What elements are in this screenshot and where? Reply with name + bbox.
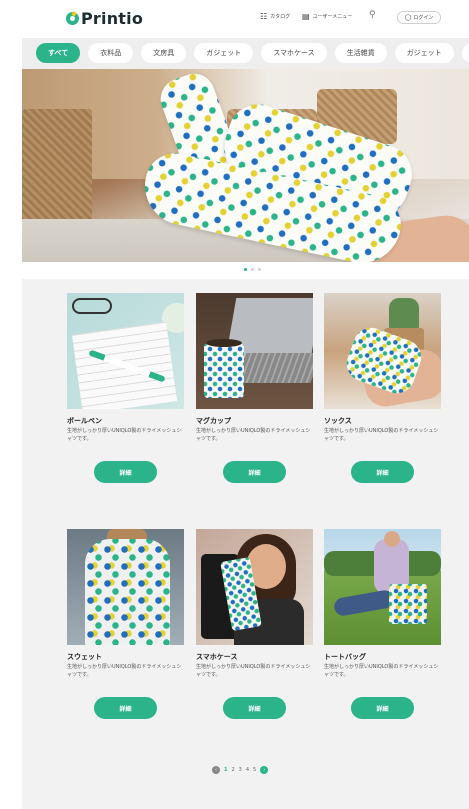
thumb-head [384, 531, 400, 547]
thumb-sweatshirt [85, 539, 170, 645]
category-all[interactable]: すべて [36, 43, 81, 63]
nav-catalog-label: カタログ [270, 14, 291, 20]
thumb-mug [204, 343, 244, 398]
product-card-mug: マグカップ 生地がしっかり厚いUNIQLO製のドライメッシュシャツです。 詳細 [196, 293, 313, 485]
nav-catalog[interactable]: ☷ カタログ [260, 12, 290, 21]
product-name[interactable]: ボールペン [67, 416, 184, 426]
product-card-tote-bag: トートバッグ 生地がしっかり厚いUNIQLO製のドライメッシュシャツです。 詳細 [324, 529, 441, 721]
category-list: すべて 衣料品 文房具 ガジェット スマホケース 生活雑貨 ガジェット ガジ [36, 43, 469, 63]
thumb-coffee [206, 339, 242, 347]
category-household[interactable]: 生活雑貨 [334, 43, 387, 63]
detail-button[interactable]: 詳細 [349, 697, 414, 721]
product-description: 生地がしっかり厚いUNIQLO製のドライメッシュシャツです。 [67, 664, 182, 678]
product-name[interactable]: スウェット [67, 652, 184, 662]
thumb-legs [332, 588, 396, 618]
page-2[interactable]: 2 [231, 767, 234, 773]
product-grid: ボールペン 生地がしっかり厚いUNIQLO製のドライメッシュシャツです。 詳細 … [22, 279, 469, 809]
thumb-keyboard [235, 353, 313, 383]
category-bar: すべて 衣料品 文房具 ガジェット スマホケース 生活雑貨 ガジェット ガジ [22, 38, 469, 69]
detail-button[interactable]: 詳細 [92, 461, 157, 485]
product-image-ballpen[interactable] [67, 293, 184, 409]
detail-button[interactable]: 詳細 [221, 461, 286, 485]
logo-mark-icon [66, 12, 79, 25]
product-name[interactable]: トートバッグ [324, 652, 441, 662]
logo[interactable]: Printio [66, 9, 143, 28]
category-stationery[interactable]: 文房具 [141, 43, 187, 63]
product-description: 生地がしっかり厚いUNIQLO製のドライメッシュシャツです。 [67, 428, 182, 442]
product-name[interactable]: スマホケース [196, 652, 313, 662]
product-card-sweatshirt: スウェット 生地がしっかり厚いUNIQLO製のドライメッシュシャツです。 詳細 [67, 529, 184, 721]
carousel-dot[interactable] [244, 268, 247, 271]
thumb-glasses [72, 298, 112, 314]
product-image-mug[interactable] [196, 293, 313, 409]
nav-user-menu-label: ユーザーメニュー [312, 14, 353, 20]
product-description: 生地がしっかり厚いUNIQLO製のドライメッシュシャツです。 [196, 428, 311, 442]
product-image-sweatshirt[interactable] [67, 529, 184, 645]
page-5[interactable]: 5 [253, 767, 256, 773]
category-gadget[interactable]: ガジェット [194, 43, 254, 63]
page-1[interactable]: 1 [224, 767, 227, 773]
search-icon[interactable]: ⚲ [369, 10, 376, 20]
product-description: 生地がしっかり厚いUNIQLO製のドライメッシュシャツです。 [196, 664, 311, 678]
book-icon: ☷ [260, 12, 268, 21]
category-phone-case[interactable]: スマホケース [261, 43, 327, 63]
page-4[interactable]: 4 [246, 767, 249, 773]
page-3[interactable]: 3 [239, 767, 242, 773]
login-label: ログイン [413, 15, 434, 21]
carousel-dot[interactable] [251, 268, 254, 271]
carousel-indicator [244, 268, 261, 271]
category-clothing[interactable]: 衣料品 [88, 43, 134, 63]
logo-text: Printio [81, 9, 144, 28]
chevron-right-icon[interactable]: › [260, 766, 269, 774]
pagination: ‹ 1 2 3 4 5 › [212, 766, 269, 774]
login-button[interactable]: ◯ ログイン [397, 11, 441, 24]
product-description: 生地がしっかり厚いUNIQLO製のドライメッシュシャツです。 [324, 664, 439, 678]
product-image-phone-case[interactable] [196, 529, 313, 645]
detail-button[interactable]: 詳細 [221, 697, 286, 721]
product-card-socks: ソックス 生地がしっかり厚いUNIQLO製のドライメッシュシャツです。 詳細 [324, 293, 441, 485]
nav-user-menu[interactable]: ▤ ユーザーメニュー [302, 12, 352, 21]
carousel-dot[interactable] [258, 268, 261, 271]
product-description: 生地がしっかり厚いUNIQLO製のドライメッシュシャツです。 [324, 428, 439, 442]
category-gadget-2[interactable]: ガジェット [394, 43, 454, 63]
product-image-socks[interactable] [324, 293, 441, 409]
site-header: Printio ☷ カタログ ▤ ユーザーメニュー ⚲ ◯ ログイン [0, 0, 469, 38]
product-card-phone-case: スマホケース 生地がしっかり厚いUNIQLO製のドライメッシュシャツです。 詳細 [196, 529, 313, 721]
detail-button[interactable]: 詳細 [349, 461, 414, 485]
product-name[interactable]: マグカップ [196, 416, 313, 426]
chevron-left-icon[interactable]: ‹ [212, 766, 220, 774]
product-name[interactable]: ソックス [324, 416, 441, 426]
clipboard-icon: ▤ [302, 12, 310, 21]
user-circle-icon: ◯ [404, 14, 412, 21]
hero-banner-image[interactable] [22, 69, 469, 262]
product-card-ballpen: ボールペン 生地がしっかり厚いUNIQLO製のドライメッシュシャツです。 詳細 [67, 293, 184, 485]
detail-button[interactable]: 詳細 [92, 697, 157, 721]
thumb-bag [389, 584, 427, 624]
category-gadget-3[interactable]: ガジ [461, 43, 469, 63]
product-image-tote-bag[interactable] [324, 529, 441, 645]
